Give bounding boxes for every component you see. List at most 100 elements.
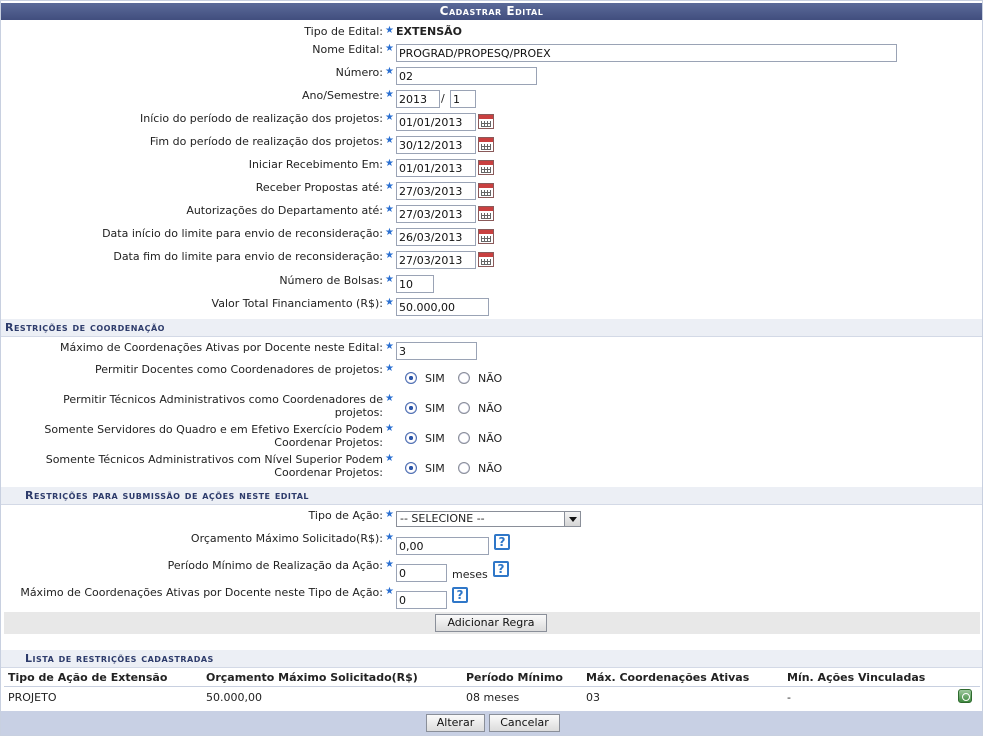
cancelar-button[interactable]: Cancelar	[489, 714, 560, 732]
tecnicos-nivel-superior-label-2: Coordenar Projetos:	[274, 466, 383, 479]
tipo-edital-value: EXTENSÃO	[396, 25, 463, 38]
tipo-edital-label: Tipo de Edital:	[304, 25, 383, 38]
max-coord-tipo-label: Máximo de Coordenações Ativas por Docent…	[20, 586, 383, 599]
required-star-icon: ★	[385, 43, 394, 54]
ano-semestre-label: Ano/Semestre:	[302, 89, 383, 102]
cell-min-acoes: -	[783, 686, 943, 708]
fim-realizacao-label: Fim do período de realização dos projeto…	[149, 135, 383, 148]
adicionar-regra-button[interactable]: Adicionar Regra	[435, 614, 547, 632]
row-max-coord-edital: Máximo de Coordenações Ativas por Docent…	[0, 341, 983, 361]
row-ano-semestre: Ano/Semestre: ★ /	[0, 89, 983, 109]
permitir-tecnicos-label-2: projetos:	[334, 406, 383, 419]
help-icon[interactable]: ?	[493, 561, 509, 577]
recons-inicio-input[interactable]	[396, 228, 476, 246]
required-star-icon: ★	[385, 25, 394, 36]
required-star-icon: ★	[385, 274, 394, 285]
servidores-quadro-label-1: Somente Servidores do Quadro e em Efetiv…	[44, 423, 383, 436]
recons-fim-input[interactable]	[396, 251, 476, 269]
nivel-superior-sim-label: SIM	[425, 462, 445, 475]
max-coord-edital-input[interactable]	[396, 342, 477, 360]
chevron-down-icon[interactable]	[564, 512, 580, 526]
section-restricoes-coordenacao: Restrições de coordenação	[1, 319, 982, 337]
servidores-nao-radio[interactable]	[458, 432, 470, 444]
required-star-icon: ★	[385, 586, 394, 597]
tecnicos-nao-label: NÃO	[478, 402, 503, 415]
row-max-coord-tipo: Máximo de Coordenações Ativas por Docent…	[0, 586, 983, 610]
ano-input[interactable]	[396, 90, 440, 108]
col-periodo: Período Mínimo	[462, 669, 582, 687]
bolsas-input[interactable]	[396, 275, 434, 293]
row-inicio-realizacao: Início do período de realização dos proj…	[0, 112, 983, 132]
required-star-icon: ★	[385, 135, 394, 146]
row-autorizacoes: Autorizações do Departamento até: ★	[0, 204, 983, 224]
docentes-sim-radio[interactable]	[405, 372, 417, 384]
nivel-superior-nao-radio[interactable]	[458, 462, 470, 474]
required-star-icon: ★	[385, 363, 394, 374]
cell-tipo-acao: PROJETO	[4, 686, 202, 708]
col-max-coord: Máx. Coordenações Ativas	[582, 669, 783, 687]
col-orcamento: Orçamento Máximo Solicitado(R$)	[202, 669, 462, 687]
permitir-tecnicos-label-1: Permitir Técnicos Administrativos como C…	[63, 393, 383, 406]
required-star-icon: ★	[385, 204, 394, 215]
inicio-realizacao-input[interactable]	[396, 113, 476, 131]
row-tipo-acao: Tipo de Ação: ★ -- SELECIONE --	[0, 509, 983, 529]
inicio-realizacao-label: Início do período de realização dos proj…	[140, 112, 383, 125]
remove-icon[interactable]	[958, 688, 972, 703]
help-icon[interactable]: ?	[452, 587, 468, 603]
valor-total-input[interactable]	[396, 298, 489, 316]
calendar-icon[interactable]	[478, 206, 494, 221]
valor-total-label: Valor Total Financiamento (R$):	[211, 297, 383, 310]
autorizacoes-input[interactable]	[396, 205, 476, 223]
nivel-superior-sim-radio[interactable]	[405, 462, 417, 474]
tecnicos-nivel-superior-label-1: Somente Técnicos Administrativos com Nív…	[45, 453, 383, 466]
calendar-icon[interactable]	[478, 114, 494, 129]
numero-input[interactable]	[396, 67, 537, 85]
col-tipo-acao: Tipo de Ação de Extensão	[4, 669, 202, 687]
row-orcamento-maximo: Orçamento Máximo Solicitado(R$): ★ ?	[0, 532, 983, 556]
max-coord-edital-label: Máximo de Coordenações Ativas por Docent…	[59, 341, 383, 354]
periodo-minimo-input[interactable]	[396, 564, 447, 582]
iniciar-recebimento-input[interactable]	[396, 159, 476, 177]
calendar-icon[interactable]	[478, 160, 494, 175]
autorizacoes-label: Autorizações do Departamento até:	[186, 204, 383, 217]
required-star-icon: ★	[385, 453, 394, 464]
semestre-input[interactable]	[450, 90, 476, 108]
max-coord-tipo-input[interactable]	[396, 591, 447, 609]
receber-propostas-input[interactable]	[396, 182, 476, 200]
col-min-acoes: Mín. Ações Vinculadas	[783, 669, 943, 687]
required-star-icon: ★	[385, 297, 394, 308]
required-star-icon: ★	[385, 250, 394, 261]
servidores-nao-label: NÃO	[478, 432, 503, 445]
row-recons-inicio: Data início do limite para envio de reco…	[0, 227, 983, 247]
nome-edital-label: Nome Edital:	[312, 43, 383, 56]
servidores-sim-radio[interactable]	[405, 432, 417, 444]
orcamento-maximo-label: Orçamento Máximo Solicitado(R$):	[190, 532, 383, 545]
calendar-icon[interactable]	[478, 229, 494, 244]
orcamento-maximo-input[interactable]	[396, 537, 489, 555]
nome-edital-input[interactable]	[396, 44, 897, 62]
required-star-icon: ★	[385, 112, 394, 123]
row-fim-realizacao: Fim do período de realização dos projeto…	[0, 135, 983, 155]
permitir-docentes-label: Permitir Docentes como Coordenadores de …	[95, 363, 383, 376]
calendar-icon[interactable]	[478, 137, 494, 152]
servidores-quadro-label-2: Coordenar Projetos:	[274, 436, 383, 449]
cell-periodo: 08 meses	[462, 686, 582, 708]
required-star-icon: ★	[385, 341, 394, 352]
cell-orcamento: 50.000,00	[202, 686, 462, 708]
docentes-sim-label: SIM	[425, 372, 445, 385]
cell-actions	[943, 686, 980, 708]
calendar-icon[interactable]	[478, 183, 494, 198]
docentes-nao-radio[interactable]	[458, 372, 470, 384]
tecnicos-nao-radio[interactable]	[458, 402, 470, 414]
tipo-acao-select[interactable]: -- SELECIONE --	[396, 511, 581, 527]
calendar-icon[interactable]	[478, 252, 494, 267]
cell-max-coord: 03	[582, 686, 783, 708]
tecnicos-sim-radio[interactable]	[405, 402, 417, 414]
alterar-button[interactable]: Alterar	[426, 714, 485, 732]
help-icon[interactable]: ?	[494, 534, 510, 550]
iniciar-recebimento-label: Iniciar Recebimento Em:	[248, 158, 383, 171]
required-star-icon: ★	[385, 158, 394, 169]
fim-realizacao-input[interactable]	[396, 136, 476, 154]
row-periodo-minimo: Período Mínimo de Realização da Ação: ★ …	[0, 559, 983, 583]
recons-inicio-label: Data início do limite para envio de reco…	[102, 227, 383, 240]
